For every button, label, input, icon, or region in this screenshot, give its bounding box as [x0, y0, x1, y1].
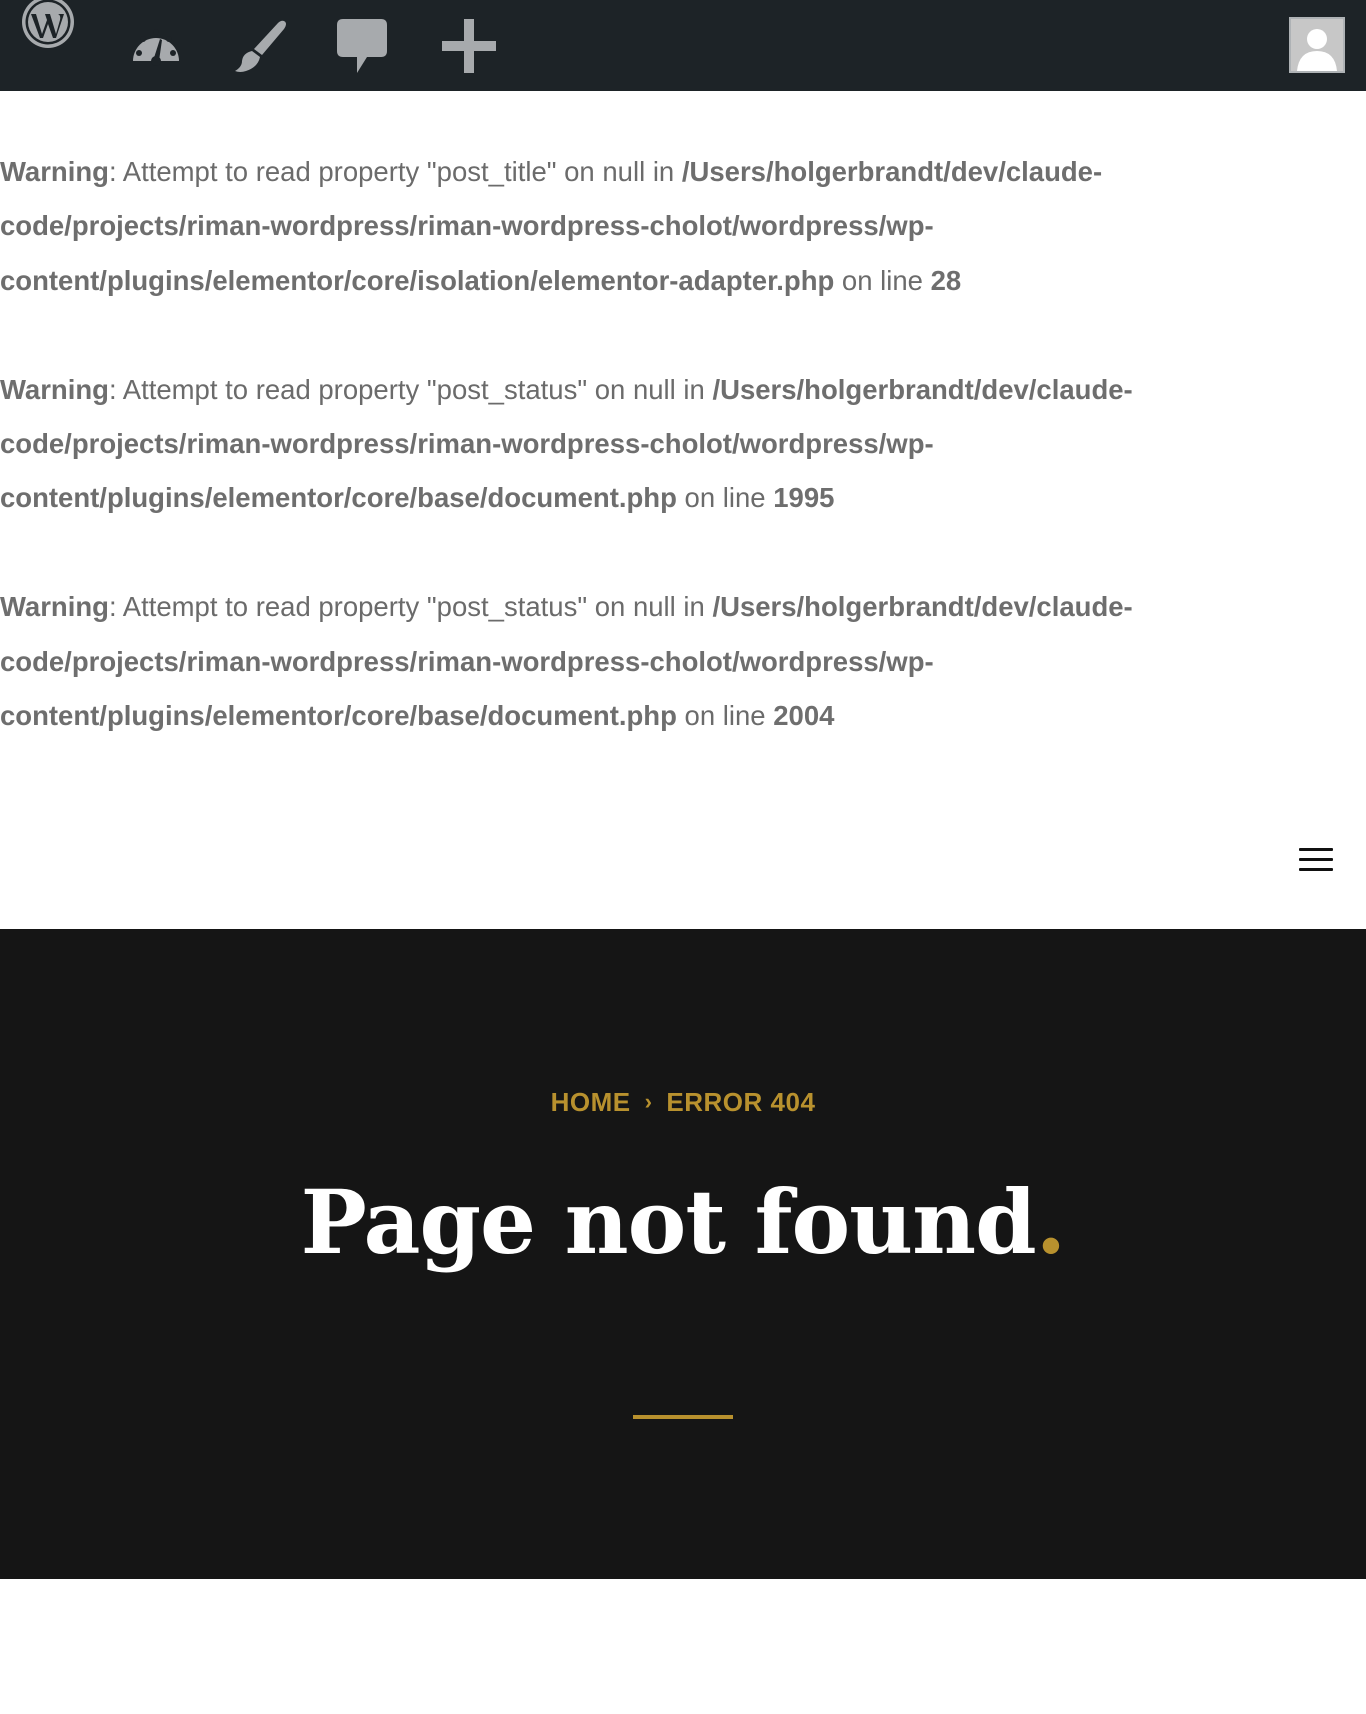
warning-text: : Attempt to read property "post_title" … [108, 156, 682, 187]
hamburger-menu-icon[interactable] [1296, 845, 1336, 877]
breadcrumb: HOME › ERROR 404 [0, 1087, 1366, 1118]
warning-message: Warning: Attempt to read property "post_… [0, 580, 1270, 743]
warning-on-line: on line [676, 482, 774, 514]
warning-line-number: 28 [930, 264, 962, 296]
warning-message: Warning: Attempt to read property "post_… [0, 145, 1270, 308]
title-divider [633, 1415, 733, 1419]
user-avatar[interactable] [1289, 17, 1345, 73]
breadcrumb-current: ERROR 404 [666, 1087, 816, 1117]
php-warnings: Warning: Attempt to read property "post_… [0, 145, 1270, 798]
warning-message: Warning: Attempt to read property "post_… [0, 363, 1270, 526]
warning-line-number: 1995 [773, 482, 835, 514]
warning-line-number: 2004 [773, 700, 835, 732]
hamburger-line [1299, 848, 1333, 851]
hamburger-line [1299, 868, 1333, 871]
warning-on-line: on line [676, 700, 774, 732]
page-title: Page not found. [0, 1174, 1366, 1271]
hamburger-line [1299, 858, 1333, 861]
dashboard-icon[interactable] [129, 21, 183, 69]
comments-icon[interactable] [337, 19, 387, 75]
breadcrumb-home-link[interactable]: HOME [551, 1087, 631, 1117]
page-header-hero: HOME › ERROR 404 Page not found. [0, 929, 1366, 1579]
page-title-text: Page not found [300, 1170, 1037, 1274]
warning-label: Warning [0, 156, 109, 187]
warning-on-line: on line [834, 264, 931, 296]
page-title-accent-dot: . [1035, 1170, 1067, 1274]
new-content-icon[interactable] [442, 19, 496, 73]
admin-bar [0, 0, 1366, 91]
warning-text: : Attempt to read property "post_status"… [108, 591, 713, 623]
customize-brush-icon[interactable] [232, 17, 290, 75]
avatar-placeholder-icon [1291, 19, 1343, 71]
wordpress-logo-icon[interactable] [22, 0, 80, 52]
warning-text: : Attempt to read property "post_status"… [108, 373, 713, 405]
warning-label: Warning [0, 373, 109, 405]
warning-label: Warning [0, 591, 109, 623]
breadcrumb-separator: › [644, 1089, 653, 1114]
